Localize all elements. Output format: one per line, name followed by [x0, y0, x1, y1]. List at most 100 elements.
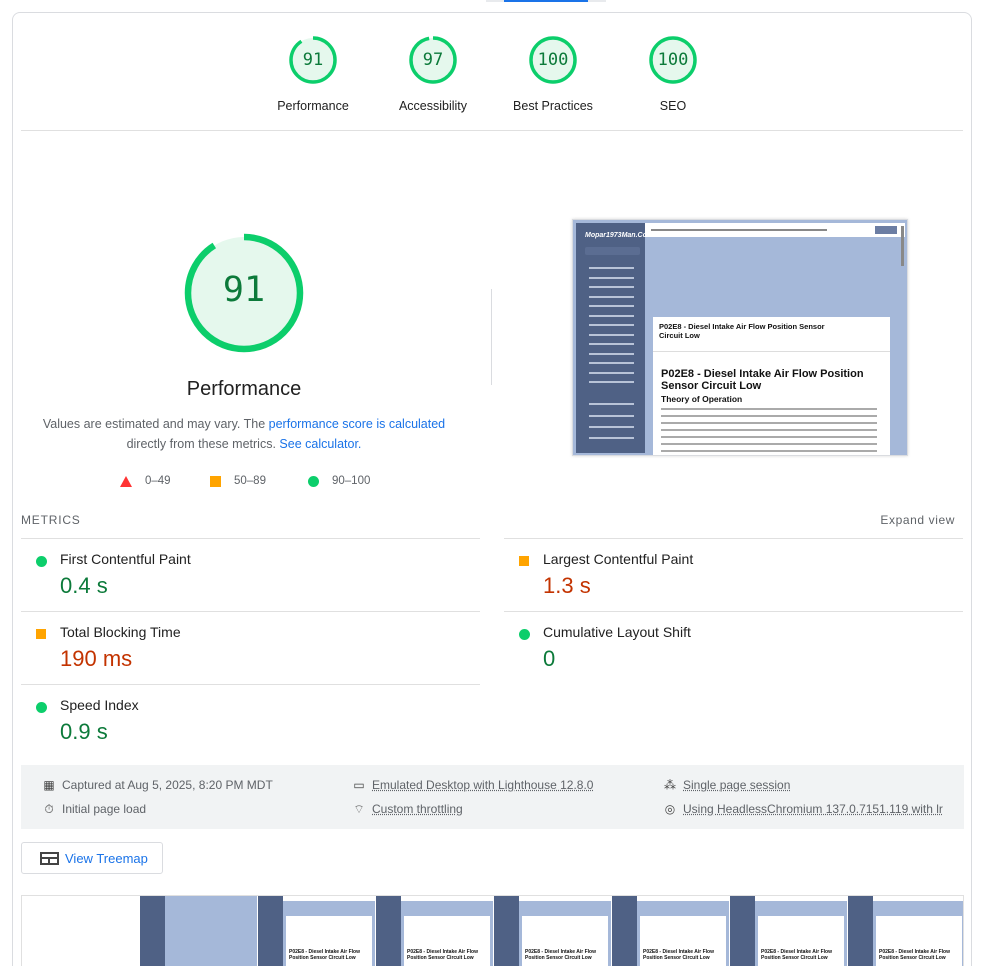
filmstrip-frame: P02E8 - Diesel Intake Air Flow Position …: [612, 896, 729, 966]
screenshot-sidebar: Mopar1973Man.Com: [576, 223, 653, 453]
metric-value: 190 ms: [60, 646, 133, 671]
frame-topbar: [401, 896, 493, 901]
screenshot-sidebar-item: [589, 267, 634, 269]
frame-sidebar: [730, 896, 755, 966]
performance-title: Performance: [186, 378, 302, 400]
runtime-session[interactable]: ⁂ Single page session: [663, 778, 790, 792]
screenshot-post-title-small: P02E8 - Diesel Intake Air Flow Position …: [659, 322, 825, 340]
frame-content: P02E8 - Diesel Intake Air Flow Position …: [758, 916, 844, 966]
screenshot-site-logo: Mopar1973Man.Com: [585, 232, 654, 239]
screenshot-scrollbar: [901, 226, 904, 266]
gauge-performance[interactable]: 91 Performance: [263, 35, 363, 113]
runtime-captured: ▦ Captured at Aug 5, 2025, 8:20 PM MDT: [42, 778, 272, 792]
screenshot-sidebar-item: [589, 415, 634, 417]
legend-fail-label: 0–49: [145, 475, 171, 487]
average-square-icon: [36, 629, 46, 639]
note-middle: directly from these metrics.: [126, 437, 280, 451]
metric-value: 1.3 s: [543, 573, 591, 598]
frame-content: P02E8 - Diesel Intake Air Flow Position …: [876, 916, 962, 966]
runtime-settings: ▦ Captured at Aug 5, 2025, 8:20 PM MDT ⏱…: [21, 765, 964, 829]
screenshot-sidebar-item: [589, 381, 634, 383]
filmstrip-frame: P02E8 - Diesel Intake Air Flow Position …: [258, 896, 375, 966]
metric-label: Largest Contentful Paint: [543, 551, 694, 567]
see-calculator-link[interactable]: See calculator.: [279, 437, 361, 451]
frame-sidebar: [376, 896, 401, 966]
screenshot-sidebar-item: [589, 343, 634, 345]
performance-note: Values are estimated and may vary. The p…: [41, 414, 447, 454]
frame-content: P02E8 - Diesel Intake Air Flow Position …: [640, 916, 726, 966]
frame-sidebar: [848, 896, 873, 966]
frame-sidebar: [612, 896, 637, 966]
filmstrip-frame: P02E8 - Diesel Intake Air Flow Position …: [848, 896, 963, 966]
gauge-best-practices-label: Best Practices: [513, 99, 593, 113]
screenshot-sidebar-item: [589, 353, 634, 355]
pass-circle-icon: [308, 475, 319, 487]
screenshot-sidebar-item: [589, 315, 634, 317]
gauge-accessibility[interactable]: 97 Accessibility: [383, 35, 483, 113]
filmstrip-frame: P02E8 - Diesel Intake Air Flow Position …: [376, 896, 493, 966]
frame-title: P02E8 - Diesel Intake Air Flow Position …: [289, 949, 360, 961]
screenshot-sidebar-item: [589, 305, 634, 307]
frame-title: P02E8 - Diesel Intake Air Flow Position …: [761, 949, 832, 961]
report-tab-indicator[interactable]: [486, 0, 606, 2]
screenshot-post-title: P02E8 - Diesel Intake Air Flow Position …: [661, 368, 864, 392]
frame-topbar: [637, 896, 729, 901]
frame-title: P02E8 - Diesel Intake Air Flow Position …: [879, 949, 950, 961]
gauge-accessibility-score: 97: [422, 50, 444, 70]
screenshot-sidebar-item: [589, 426, 634, 428]
view-treemap-button[interactable]: View Treemap: [21, 842, 163, 874]
laptop-icon: ▭: [353, 778, 365, 792]
metric-speed-index: Speed Index 0.9 s: [21, 684, 480, 757]
lighthouse-report-card: 91 Performance 97 Accessibility 100 Best…: [12, 12, 972, 966]
frame-content: P02E8 - Diesel Intake Air Flow Position …: [286, 916, 372, 966]
frame-sidebar: [494, 896, 519, 966]
device-text[interactable]: Emulated Desktop with Lighthouse 12.8.0: [372, 778, 593, 792]
screenshot-text-line: [661, 443, 877, 445]
screenshot-breadcrumb: [651, 229, 827, 231]
metric-cumulative-layout-shift: Cumulative Layout Shift 0: [504, 611, 963, 684]
screenshot-sidebar-item: [589, 324, 634, 326]
active-tab-underline: [504, 0, 588, 2]
gauge-best-practices-score: 100: [537, 50, 569, 70]
screenshot-text-line: [661, 415, 877, 417]
frame-topbar: [283, 896, 375, 901]
fail-triangle-icon: [120, 475, 132, 487]
note-prefix: Values are estimated and may vary. The: [42, 417, 269, 431]
timer-icon: ⏱: [44, 802, 54, 816]
screenshot-text-line: [661, 429, 877, 431]
gauge-seo-score: 100: [657, 50, 689, 70]
final-screenshot[interactable]: Mopar1973Man.Com P02E8 - Diesel Intake A…: [572, 219, 908, 456]
score-calculated-link[interactable]: performance score is calculated: [269, 417, 445, 431]
screenshot-sidebar-item: [589, 437, 634, 439]
frame-topbar: [873, 896, 963, 901]
gauge-performance-score: 91: [302, 50, 324, 70]
expand-view-toggle[interactable]: Expand view: [880, 513, 955, 527]
frame-sidebar: [258, 896, 283, 966]
screenshot-divider: [653, 351, 890, 352]
throttling-text[interactable]: Custom throttling: [372, 802, 463, 816]
frame-title: P02E8 - Diesel Intake Air Flow Position …: [643, 949, 714, 961]
runtime-device[interactable]: ▭ Emulated Desktop with Lighthouse 12.8.…: [352, 778, 593, 792]
metric-total-blocking-time: Total Blocking Time 190 ms: [21, 611, 480, 684]
gauge-seo-label: SEO: [659, 99, 687, 113]
pass-circle-icon: [36, 702, 47, 713]
metric-value: 0.4 s: [60, 573, 108, 598]
frame-title: P02E8 - Diesel Intake Air Flow Position …: [525, 949, 596, 961]
frame-topbar: [755, 896, 847, 901]
runtime-browser[interactable]: ◎ Using HeadlessChromium 137.0.7151.119 …: [663, 802, 943, 816]
pass-circle-icon: [36, 556, 47, 567]
browser-text[interactable]: Using HeadlessChromium 137.0.7151.119 wi…: [683, 802, 943, 816]
screenshot-content: P02E8 - Diesel Intake Air Flow Position …: [653, 317, 890, 455]
metric-first-contentful-paint: First Contentful Paint 0.4 s: [21, 538, 480, 611]
legend-pass: 90–100: [308, 475, 370, 487]
session-text[interactable]: Single page session: [683, 778, 790, 792]
runtime-throttling[interactable]: ⌔ Custom throttling: [352, 802, 463, 816]
average-square-icon: [519, 556, 529, 566]
session-icon: ⁂: [664, 778, 676, 792]
frame-sidebar: [140, 896, 165, 966]
filmstrip-frame: P02E8 - Diesel Intake Air Flow Position …: [494, 896, 611, 966]
screenshot-sidebar-item: [589, 286, 634, 288]
gauge-seo[interactable]: 100 SEO: [623, 35, 723, 113]
frame-title: P02E8 - Diesel Intake Air Flow Position …: [407, 949, 478, 961]
gauge-best-practices[interactable]: 100 Best Practices: [503, 35, 603, 113]
